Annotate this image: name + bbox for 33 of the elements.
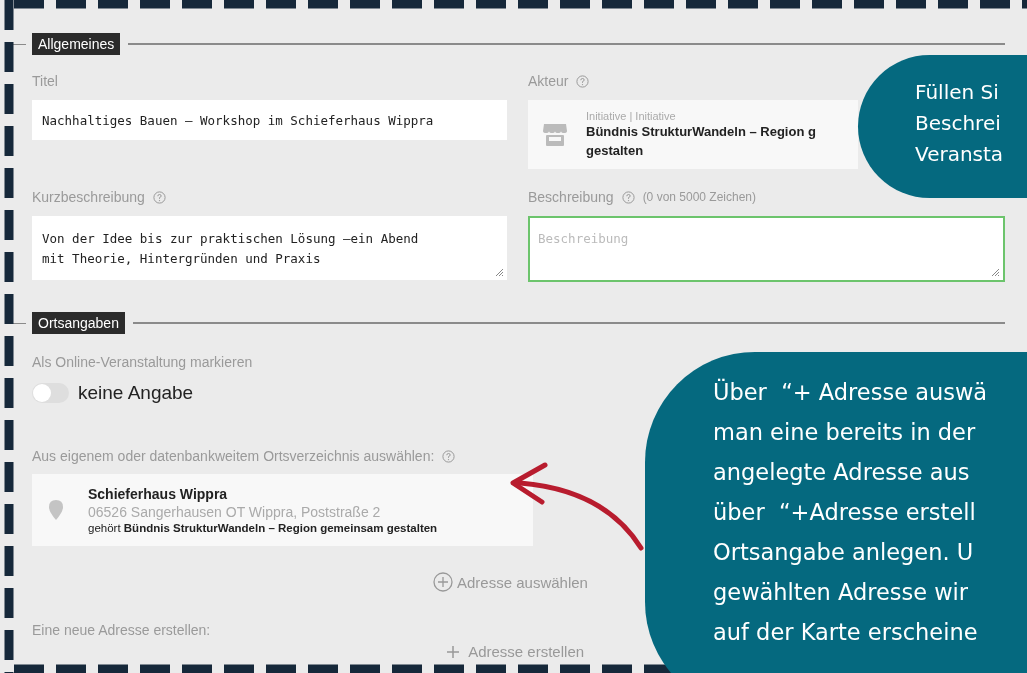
section-legend: Ortsangaben [32,312,125,334]
section-legend: Allgemeines [32,33,121,55]
field-label: Titel [32,73,58,89]
resize-grip-icon[interactable] [990,267,1000,277]
help-icon[interactable] [621,190,635,204]
short-description-textarea[interactable]: Von der Idee bis zur praktischen Lösung –ein Abend mit Theorie, Hintergründen und Praxis [32,216,507,280]
callout-bubble: Über “+ Adresse auswä man eine bereits in der angelegte Adresse aus über “+Adresse erstell Ortsangabe anlegen. U gewählten Adresse wir auf der Karte erscheine [645,352,1027,673]
store-icon [542,122,568,147]
place-name: Schieferhaus Wippra [88,486,229,502]
actor-name: Bündnis StrukturWandeln – Region g gestalten [586,122,816,160]
help-icon[interactable] [576,74,590,88]
field-label: Akteur [528,73,569,89]
field-label: Aus eigenem oder datenbankweitem Ortsverzeichnis auswählen: [32,448,435,464]
help-icon[interactable] [442,449,456,463]
help-icon[interactable] [152,190,166,204]
plus-circle-icon [433,572,453,592]
field-label: Beschreibung [528,189,614,205]
character-counter: (0 von 5000 Zeichen) [642,190,757,204]
toggle-label: keine Angabe [78,382,194,404]
toggle-switch[interactable] [32,383,69,403]
title-input[interactable]: Nachhaltiges Bauen – Workshop im Schieferhaus Wippra [32,100,507,140]
actor-type: Initiative | Initiative [586,109,677,122]
place-card[interactable]: Schieferhaus Wippra 06526 Sangerhausen OT Wippra, Poststraße 2 gehört Bündnis StrukturWandeln – Region gemeinsam gestalten [32,474,533,546]
resize-grip-icon[interactable] [494,267,504,277]
field-label: Eine neue Adresse erstellen: [32,622,211,638]
plus-icon [446,645,460,659]
place-address: 06526 Sangerhausen OT Wippra, Poststraße 2 [88,504,382,520]
callout-bubble: Füllen Si Beschrei Veransta [858,55,1027,198]
field-label: Als Online-Veranstaltung markieren [32,354,253,370]
place-owner: gehört Bündnis StrukturWandeln – Region gemeinsam gestalten [88,522,438,534]
actor-card[interactable]: Initiative | Initiative Bündnis StrukturWandeln – Region g gestalten [528,100,858,169]
map-pin-icon [48,499,64,521]
field-label: Kurzbeschreibung [32,189,145,205]
